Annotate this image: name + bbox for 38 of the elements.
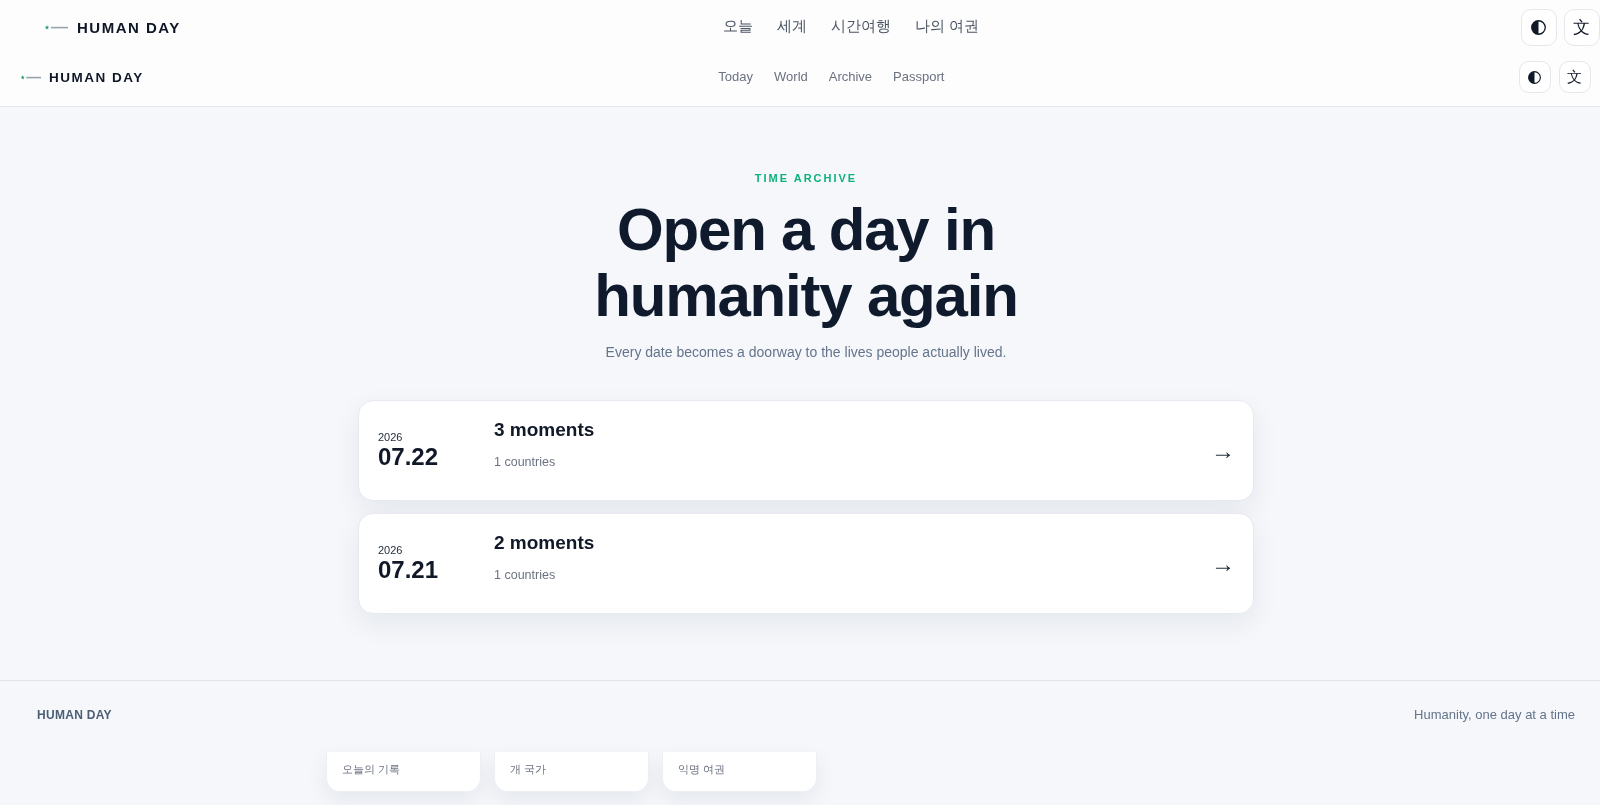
moments-count: 2 moments [494,532,595,554]
arrow-icon: → [1211,437,1235,464]
contrast-icon [1528,70,1542,84]
date-label: 07.21 [378,557,439,583]
nav-link[interactable]: Passport [893,66,945,88]
logo-icon [45,25,68,30]
moments-count: 3 moments [494,419,595,441]
eyebrow-label: TIME ARCHIVE [754,171,858,185]
stat-label: 익명 여권 [678,763,726,775]
nav-link[interactable]: Archive [828,66,873,88]
stat-label: 개 국가 [510,763,547,775]
stat-label: 오늘의 기록 [342,763,401,775]
footer-tagline: Humanity, one day at a time [1414,707,1575,723]
archive-card[interactable]: 2026 07.21 2 moments 1 countries → [358,513,1254,614]
logo-icon [21,74,41,80]
year-label: 2026 [378,431,403,444]
countries-count: 1 countries [494,454,556,470]
contrast-button[interactable] [1521,9,1557,46]
date-label: 07.22 [378,444,439,470]
contrast-icon [1531,20,1547,35]
nav-link[interactable]: 세계 [776,15,807,40]
year-label: 2026 [378,544,403,557]
translate-button[interactable]: 文 [1564,9,1600,46]
nav-link[interactable]: 나의 여권 [914,15,979,40]
nav-link[interactable]: 시간여행 [830,15,891,40]
nav-link[interactable]: World [774,66,808,88]
hero-title: Open a day in humanity again [593,197,1019,329]
contrast-button[interactable] [1519,61,1551,93]
arrow-icon: → [1211,550,1235,577]
brand-name[interactable]: HUMAN DAY [49,69,144,85]
nav-link[interactable]: 오늘 [722,15,753,40]
footer-brand: HUMAN DAY [37,707,112,723]
brand-name[interactable]: HUMAN DAY [77,19,181,36]
translate-button[interactable]: 文 [1559,61,1591,93]
hero-subtitle: Every date becomes a doorway to the lives people actually lived. [605,343,1007,362]
nav-link[interactable]: Today [718,66,754,88]
countries-count: 1 countries [494,567,556,583]
archive-card[interactable]: 2026 07.22 3 moments 1 countries → [358,400,1254,501]
